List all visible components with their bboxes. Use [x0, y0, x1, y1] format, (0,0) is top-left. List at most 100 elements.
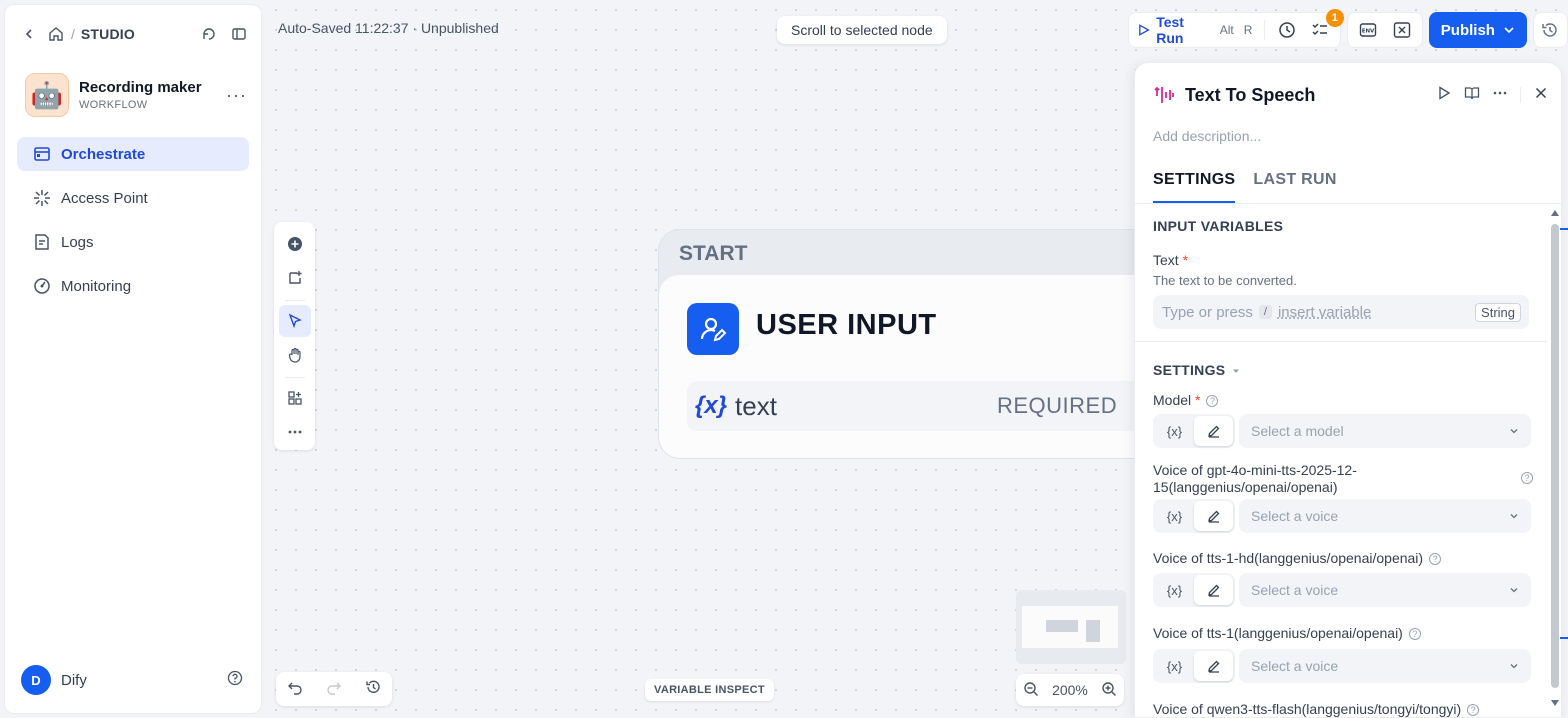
- voice-gpt4o-row: {x} Select a voice: [1153, 499, 1531, 533]
- undo-icon[interactable]: [287, 679, 303, 700]
- pointer-mode-icon[interactable]: [278, 305, 311, 337]
- breadcrumb-studio[interactable]: STUDIO: [81, 26, 135, 42]
- constant-mode-button[interactable]: [1194, 651, 1233, 681]
- voice-select[interactable]: Select a voice: [1239, 573, 1531, 607]
- minimap[interactable]: [1016, 590, 1126, 664]
- variable-name: text: [735, 390, 777, 421]
- switch-app-icon[interactable]: [197, 22, 221, 46]
- voice-tts1-label: Voice of tts-1(langgenius/openai/openai)…: [1153, 625, 1421, 641]
- add-node-icon[interactable]: [279, 228, 311, 260]
- sidebar-item-logs[interactable]: Logs: [17, 225, 249, 259]
- sidebar-item-access-point[interactable]: Access Point: [17, 181, 249, 215]
- variable-mode-button[interactable]: {x}: [1155, 651, 1194, 681]
- panel-scrollbar[interactable]: [1549, 208, 1561, 708]
- zoom-out-icon[interactable]: [1023, 681, 1039, 700]
- voice-tts1hd-row: {x} Select a voice: [1153, 573, 1531, 607]
- text-field-hint: The text to be converted.: [1153, 273, 1297, 288]
- close-icon[interactable]: [1533, 85, 1549, 106]
- help-icon[interactable]: ?: [1467, 704, 1480, 717]
- sidebar-item-label: Orchestrate: [61, 145, 146, 163]
- panel-title: Text To Speech: [1185, 84, 1316, 105]
- chevron-down-icon: [1510, 514, 1518, 519]
- input-variables-heading: INPUT VARIABLES: [1153, 218, 1284, 234]
- constant-mode-button[interactable]: [1194, 575, 1233, 605]
- help-icon[interactable]: ?: [1521, 472, 1533, 484]
- help-doc-icon[interactable]: [1464, 85, 1480, 106]
- mode-toggle: {x}: [1153, 649, 1235, 683]
- voice-tts1hd-label-text: Voice of tts-1-hd(langgenius/openai/open…: [1153, 550, 1424, 566]
- voice-tts1-row: {x} Select a voice: [1153, 649, 1531, 683]
- start-variable-row[interactable]: {x} text REQUIRED: [687, 381, 1167, 431]
- env-group: ENV: [1346, 12, 1423, 48]
- help-icon[interactable]: ?: [1206, 395, 1219, 408]
- constant-mode-button[interactable]: [1194, 416, 1233, 446]
- change-history-icon[interactable]: [365, 679, 381, 700]
- help-icon[interactable]: ?: [1429, 553, 1442, 566]
- help-icon[interactable]: [227, 670, 243, 691]
- pencil-icon: [1207, 584, 1219, 597]
- hand-mode-icon[interactable]: [279, 339, 311, 371]
- user-account[interactable]: D Dify: [21, 665, 243, 695]
- run-node-icon[interactable]: [1436, 85, 1452, 106]
- variable-inspect-button[interactable]: VARIABLE INSPECT: [645, 679, 774, 701]
- undo-redo-bar: [276, 672, 392, 706]
- voice-gpt4o-label: Voice of gpt-4o-mini-tts-2025-12-15(lang…: [1153, 462, 1357, 495]
- required-mark: *: [1182, 252, 1189, 268]
- run-history-icon[interactable]: [1275, 18, 1298, 42]
- constant-mode-button[interactable]: [1194, 501, 1233, 531]
- chevron-down-icon: [1504, 27, 1514, 34]
- edge-indicator: [1560, 637, 1568, 639]
- settings-heading-label: SETTINGS: [1153, 362, 1226, 378]
- more-options-icon[interactable]: [279, 416, 311, 448]
- zoom-in-icon[interactable]: [1101, 681, 1117, 700]
- add-note-icon[interactable]: [279, 262, 311, 294]
- home-icon[interactable]: [47, 22, 65, 46]
- text-label: Text: [1153, 252, 1179, 268]
- chevron-down-icon: [1510, 429, 1518, 434]
- collapse-sidebar-icon[interactable]: [227, 22, 251, 46]
- description-input[interactable]: Add description...: [1153, 128, 1261, 144]
- back-chevron-icon[interactable]: [17, 22, 41, 46]
- redo-icon[interactable]: [326, 679, 342, 700]
- conversation-variable-icon[interactable]: [1390, 18, 1414, 42]
- variable-mode-button[interactable]: {x}: [1155, 501, 1194, 531]
- variable-mode-button[interactable]: {x}: [1155, 416, 1194, 446]
- breadcrumb: / STUDIO: [17, 21, 251, 47]
- version-history-button[interactable]: [1532, 12, 1568, 48]
- variable-mode-button[interactable]: {x}: [1155, 575, 1194, 605]
- mode-toggle: {x}: [1153, 499, 1235, 533]
- scroll-to-selected-node-button[interactable]: Scroll to selected node: [777, 16, 947, 44]
- tab-settings[interactable]: SETTINGS: [1153, 171, 1236, 203]
- start-node-title: USER INPUT: [756, 309, 937, 341]
- text-input[interactable]: Type or press / insert variable String: [1153, 295, 1529, 329]
- sidebar-item-orchestrate[interactable]: Orchestrate: [17, 137, 249, 171]
- start-node[interactable]: START USER INPUT {x} text REQUIRED: [658, 229, 1178, 459]
- shortcut-alt: Alt: [1219, 23, 1234, 37]
- zoom-level[interactable]: 200%: [1052, 682, 1088, 698]
- sidebar-item-label: Access Point: [61, 189, 148, 207]
- organize-blocks-icon[interactable]: [279, 382, 311, 414]
- voice-select[interactable]: Select a voice: [1239, 499, 1531, 533]
- publish-button[interactable]: Publish: [1428, 12, 1527, 48]
- model-row: {x} Select a model: [1153, 414, 1531, 448]
- test-run-button[interactable]: Test Run Alt R: [1137, 14, 1254, 46]
- scroll-thumb[interactable]: [1551, 224, 1559, 688]
- help-icon[interactable]: ?: [1408, 628, 1421, 641]
- voice-tts1hd-label: Voice of tts-1-hd(langgenius/openai/open…: [1153, 550, 1442, 566]
- more-icon[interactable]: [1492, 85, 1508, 106]
- voice-qwen3-label-text: Voice of qwen3-tts-flash(langgenius/tong…: [1153, 701, 1462, 717]
- publish-label: Publish: [1440, 21, 1495, 39]
- more-icon[interactable]: ···: [226, 85, 247, 106]
- app-avatar: 🤖: [25, 73, 69, 117]
- toolbox-divider: [284, 300, 305, 301]
- voice-tts1-label-text: Voice of tts-1(langgenius/openai/openai): [1153, 625, 1403, 641]
- env-icon[interactable]: ENV: [1356, 18, 1380, 42]
- voice-select[interactable]: Select a voice: [1239, 649, 1531, 683]
- model-select[interactable]: Select a model: [1239, 414, 1531, 448]
- text-field-label: Text *: [1153, 252, 1188, 268]
- sidebar-item-monitoring[interactable]: Monitoring: [17, 269, 249, 303]
- settings-heading[interactable]: SETTINGS: [1153, 362, 1240, 378]
- voice-select-placeholder: Select a voice: [1251, 658, 1339, 674]
- tab-last-run[interactable]: LAST RUN: [1253, 171, 1336, 203]
- user-name: Dify: [61, 671, 87, 689]
